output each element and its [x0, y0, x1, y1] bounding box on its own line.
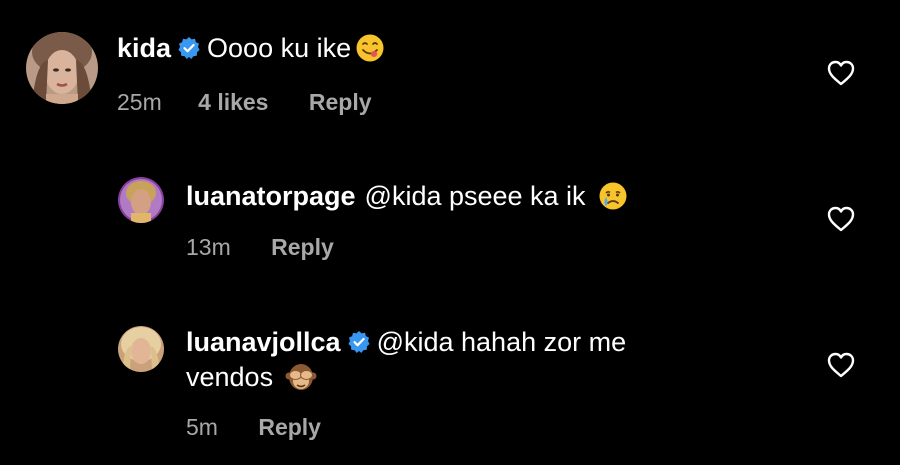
like-heart-icon[interactable] — [826, 205, 856, 233]
see-no-evil-monkey-emoji-icon — [285, 362, 317, 400]
comment-meta: 13m Reply — [186, 233, 334, 261]
like-heart-icon[interactable] — [826, 59, 856, 87]
comment-body-line2: vendos — [186, 360, 317, 400]
username[interactable]: luanavjollca — [186, 327, 341, 357]
comment-meta: 25m 4 likes Reply — [117, 88, 372, 116]
reply-button[interactable]: Reply — [258, 413, 321, 441]
avatar-luanavjollca[interactable] — [118, 326, 164, 372]
likes-count[interactable]: 4 likes — [198, 88, 268, 116]
like-heart-icon[interactable] — [826, 351, 856, 379]
comment-text: @kida hahah zor me — [376, 327, 627, 357]
comment-time: 25m — [117, 89, 162, 115]
avatar-luanatorpage[interactable] — [118, 177, 164, 223]
comment-body: kida Oooo ku ike — [117, 31, 385, 71]
reply-button[interactable]: Reply — [271, 233, 334, 261]
avatar-kida[interactable] — [26, 32, 98, 104]
comment-text-continued: vendos — [186, 362, 274, 392]
username[interactable]: luanatorpage — [186, 181, 356, 211]
crying-face-emoji-icon — [598, 181, 628, 219]
comment-meta: 5m Reply — [186, 413, 321, 441]
reply-button[interactable]: Reply — [309, 88, 372, 116]
comment-text: Oooo ku ike — [207, 33, 352, 63]
comment-body: luanavjollca @kida hahah zor me — [186, 325, 626, 362]
comment-text: @kida pseee ka ik — [364, 181, 586, 211]
yum-face-emoji-icon — [355, 33, 385, 71]
verified-badge-icon — [347, 328, 371, 362]
comment-body: luanatorpage @kida pseee ka ik — [186, 179, 628, 219]
comment-time: 13m — [186, 234, 231, 260]
verified-badge-icon — [177, 34, 201, 68]
comment-time: 5m — [186, 414, 218, 440]
username[interactable]: kida — [117, 33, 171, 63]
